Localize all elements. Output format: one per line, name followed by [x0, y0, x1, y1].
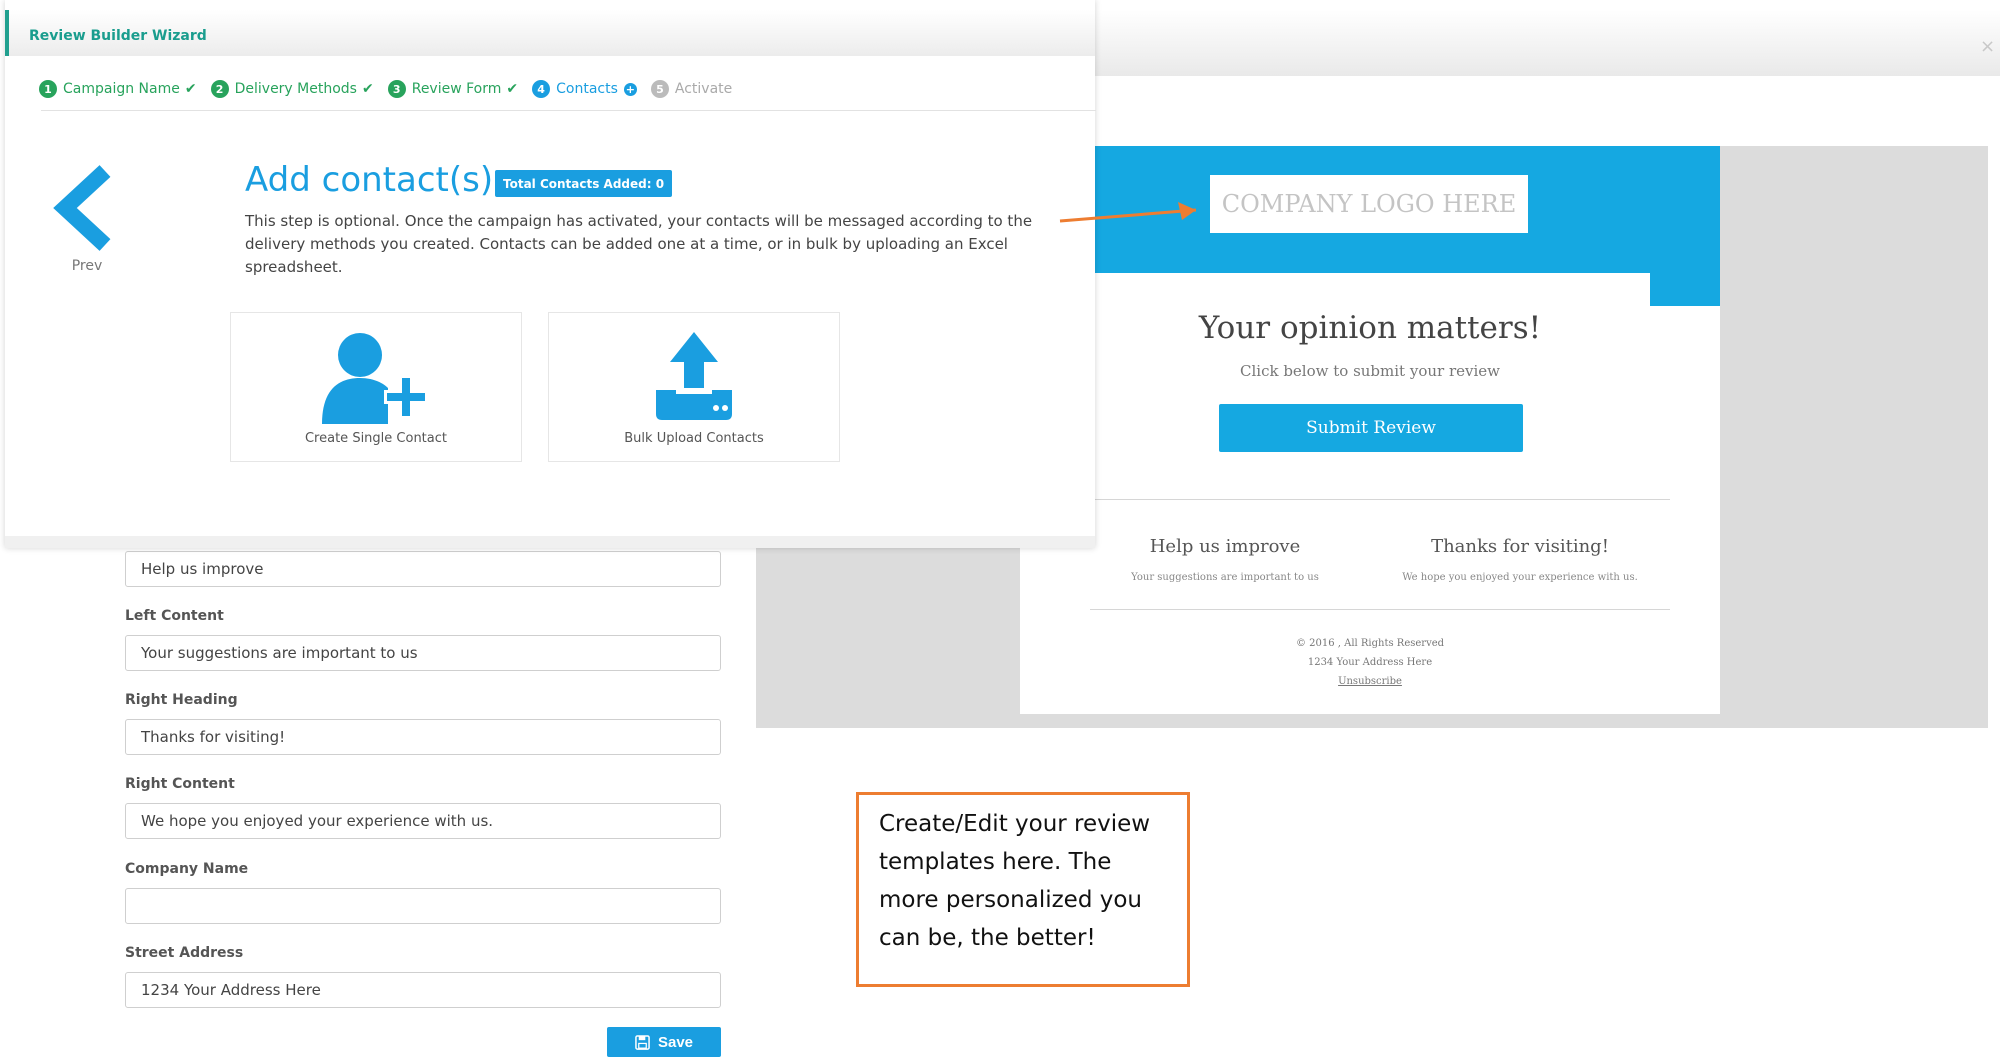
floppy-disk-icon — [635, 1034, 650, 1050]
prev-button[interactable]: Prev — [47, 163, 127, 278]
email-copyright: © 2016 , All Rights Reserved — [1295, 638, 1445, 649]
create-single-contact-tile[interactable]: Create Single Contact — [230, 312, 522, 462]
editor-top-bar — [1095, 10, 2000, 76]
right-heading-input[interactable] — [125, 719, 721, 755]
wizard-steps: 1 Campaign Name ✔ 2 Delivery Methods ✔ 3… — [39, 80, 746, 98]
close-icon[interactable]: × — [1980, 38, 1995, 56]
steps-divider — [41, 110, 1096, 111]
company-logo-placeholder: COMPANY LOGO HERE — [1210, 175, 1528, 233]
email-right-heading: Thanks for visiting! — [1431, 536, 1609, 557]
annotation-callout: Create/Edit your review templates here. … — [856, 792, 1190, 987]
step-label: Contacts — [556, 81, 618, 97]
submit-review-button[interactable]: Submit Review — [1219, 404, 1523, 452]
tile-label: Create Single Contact — [304, 431, 447, 446]
step-number: 4 — [532, 80, 551, 98]
unsubscribe-link[interactable]: Unsubscribe — [1020, 676, 1720, 687]
email-right-content: We hope you enjoyed your experience with… — [1402, 572, 1638, 583]
street-address-input[interactable] — [125, 972, 721, 1008]
save-button-label: Save — [657, 1033, 694, 1051]
save-button[interactable]: Save — [607, 1027, 721, 1057]
step-number: 1 — [39, 80, 57, 98]
upload-icon — [656, 332, 732, 420]
step-campaign-name[interactable]: 1 Campaign Name ✔ — [39, 80, 197, 98]
right-content-label: Right Content — [125, 776, 235, 792]
email-body-top — [1020, 273, 1650, 313]
step-delivery-methods[interactable]: 2 Delivery Methods ✔ — [210, 80, 374, 98]
review-builder-wizard: Review Builder Wizard 1 Campaign Name ✔ … — [5, 0, 1096, 548]
email-title: Your opinion matters! — [1198, 310, 1542, 346]
street-address-label: Street Address — [125, 945, 244, 961]
email-address: 1234 Your Address Here — [1307, 657, 1433, 668]
step-label: Activate — [674, 81, 733, 97]
email-divider — [1090, 609, 1670, 610]
step-number: 3 — [387, 80, 406, 98]
left-content-input[interactable] — [125, 635, 721, 671]
email-template-preview: COMPANY LOGO HERE Your opinion matters! … — [1020, 146, 1720, 714]
left-content-label: Left Content — [125, 608, 224, 624]
right-content-input[interactable] — [125, 803, 721, 839]
bulk-upload-contacts-tile[interactable]: Bulk Upload Contacts — [548, 312, 840, 462]
email-divider — [1090, 499, 1670, 500]
plus-circle-icon: + — [623, 82, 637, 96]
page-title: Add contact(s) — [245, 160, 494, 200]
prev-label: Prev — [71, 258, 103, 274]
chevron-left-icon — [53, 165, 111, 251]
wizard-footer-strip — [5, 536, 1095, 548]
step-label: Campaign Name — [63, 81, 180, 97]
left-heading-input[interactable] — [125, 551, 721, 587]
email-left-heading: Help us improve — [1149, 536, 1301, 557]
add-user-icon — [322, 333, 428, 424]
company-name-input[interactable] — [125, 888, 721, 924]
email-subtitle: Click below to submit your review — [1240, 362, 1500, 380]
arrow-icon — [1059, 202, 1197, 223]
right-heading-label: Right Heading — [125, 692, 238, 708]
step-label: Delivery Methods — [234, 81, 357, 97]
step-description: This step is optional. Once the campaign… — [245, 212, 1033, 276]
total-contacts-badge: Total Contacts Added: 0 — [495, 170, 673, 197]
company-name-label: Company Name — [125, 861, 249, 877]
step-label: Review Form — [411, 81, 502, 97]
check-icon: ✔ — [184, 81, 197, 97]
step-review-form[interactable]: 3 Review Form ✔ — [387, 80, 519, 98]
wizard-title: Review Builder Wizard — [29, 28, 207, 44]
check-icon: ✔ — [361, 81, 374, 97]
step-number: 5 — [650, 80, 669, 98]
step-activate[interactable]: 5 Activate — [650, 80, 733, 98]
step-number: 2 — [210, 80, 229, 98]
step-contacts[interactable]: 4 Contacts + — [532, 80, 637, 98]
email-left-content: Your suggestions are important to us — [1131, 572, 1319, 583]
tile-label: Bulk Upload Contacts — [624, 431, 764, 446]
check-icon: ✔ — [506, 81, 519, 97]
